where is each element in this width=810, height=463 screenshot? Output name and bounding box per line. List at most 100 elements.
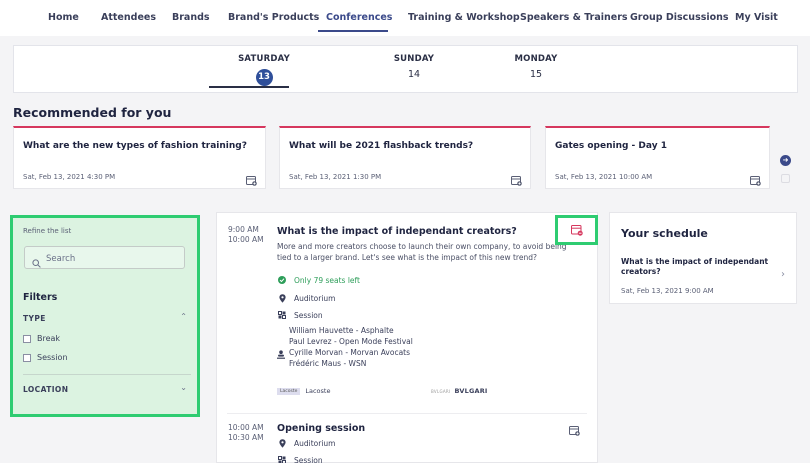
session-time: 10:00 AM 10:30 AM xyxy=(228,423,264,443)
schedule-item-title[interactable]: What is the impact of independant creato… xyxy=(621,257,771,277)
schedule-item-date: Sat, Feb 13, 2021 9:00 AM xyxy=(621,287,714,295)
filter-option-break[interactable]: Break xyxy=(23,334,60,343)
session-type-icon xyxy=(277,456,287,463)
add-to-calendar-icon[interactable] xyxy=(569,421,580,440)
day-name: SUNDAY xyxy=(393,54,435,64)
type-row: Session xyxy=(277,311,323,320)
brand-logo: Lacoste xyxy=(277,387,301,395)
recommended-card-date: Sat, Feb 13, 2021 1:30 PM xyxy=(289,173,382,181)
day-number: 13 xyxy=(255,69,273,86)
session-title[interactable]: Opening session xyxy=(277,423,365,434)
filters-heading: Filters xyxy=(23,292,58,303)
recommended-card-title: What will be 2021 flashback trends? xyxy=(289,141,474,151)
day-tab-sunday[interactable]: SUNDAY 14 xyxy=(354,54,474,80)
day-number: 15 xyxy=(529,69,543,80)
session-type-text: Session xyxy=(294,311,323,320)
calendar-remove-icon xyxy=(571,225,583,236)
brand-name: BVLGARI xyxy=(454,387,488,395)
brand-lacoste[interactable]: Lacoste Lacoste xyxy=(277,387,330,395)
day-number: 14 xyxy=(407,69,421,80)
brand-logo: BVLGARI xyxy=(431,388,451,394)
speakers-icon xyxy=(277,344,285,363)
recommended-card-date: Sat, Feb 13, 2021 4:30 PM xyxy=(23,173,116,181)
active-nav-underline xyxy=(318,30,388,32)
selected-day-underline xyxy=(209,86,289,88)
filter-option-session[interactable]: Session xyxy=(23,353,68,362)
add-to-calendar-icon[interactable] xyxy=(750,171,761,190)
chevron-right-icon[interactable]: › xyxy=(781,269,785,280)
your-schedule-panel: Your schedule What is the impact of inde… xyxy=(609,212,797,304)
recommended-card-date: Sat, Feb 13, 2021 10:00 AM xyxy=(555,173,653,181)
chevron-down-icon[interactable]: ⌄ xyxy=(180,383,187,392)
day-name: MONDAY xyxy=(514,54,558,64)
add-to-calendar-icon[interactable] xyxy=(511,171,522,190)
session-title[interactable]: What is the impact of independant creato… xyxy=(277,226,517,237)
nav-item-home[interactable]: Home xyxy=(48,12,79,23)
location-pin-icon xyxy=(277,439,287,448)
recommended-card-title: Gates opening - Day 1 xyxy=(555,141,667,151)
recommended-heading: Recommended for you xyxy=(13,105,172,120)
recommended-card[interactable]: What will be 2021 flashback trends? Sat,… xyxy=(279,126,531,189)
brand-bvlgari[interactable]: BVLGARI BVLGARI xyxy=(431,387,488,395)
location-pin-icon xyxy=(277,294,287,303)
session-end-time: 10:30 AM xyxy=(228,433,264,442)
nav-item-conferences[interactable]: Conferences xyxy=(326,12,392,23)
brand-name: Lacoste xyxy=(305,387,331,395)
session-type-text: Session xyxy=(294,456,323,463)
session-start-time: 9:00 AM xyxy=(228,225,259,234)
divider xyxy=(23,374,191,375)
chevron-up-icon[interactable]: ⌃ xyxy=(180,312,187,321)
session-description: More and more creators choose to launch … xyxy=(277,242,567,262)
speakers-list: William Hauvette - Asphalte Paul Levrez … xyxy=(289,325,413,369)
recommended-card[interactable]: Gates opening - Day 1 Sat, Feb 13, 2021 … xyxy=(545,126,770,189)
search-icon xyxy=(32,253,41,272)
speaker-name[interactable]: Paul Levrez - Open Mode Festival xyxy=(289,336,413,347)
nav-item-brands[interactable]: Brands xyxy=(172,12,210,23)
recommended-card[interactable]: What are the new types of fashion traini… xyxy=(13,126,266,189)
remove-from-calendar-button[interactable] xyxy=(555,215,598,245)
speaker-name[interactable]: William Hauvette - Asphalte xyxy=(289,325,413,336)
location-row: Auditorium xyxy=(277,294,335,303)
nav-item-training-workshop[interactable]: Training & Workshop xyxy=(408,12,520,23)
refine-label: Refine the list xyxy=(23,227,72,235)
carousel-indicator xyxy=(781,174,790,183)
speaker-name[interactable]: Cyrille Morvan - Morvan Avocats xyxy=(289,347,413,358)
top-navigation: Home Attendees Brands Brand's Products C… xyxy=(0,0,810,36)
search-placeholder: Search xyxy=(46,254,76,264)
schedule-title: Your schedule xyxy=(621,227,708,240)
filters-panel: Refine the list Search Filters TYPE ⌃ Br… xyxy=(10,215,200,417)
speaker-name[interactable]: Frédéric Maus - WSN xyxy=(289,358,413,369)
checkbox[interactable] xyxy=(23,334,31,343)
search-input[interactable]: Search xyxy=(24,246,185,269)
day-selector: SATURDAY 13 SUNDAY 14 MONDAY 15 xyxy=(13,45,798,93)
day-tab-monday[interactable]: MONDAY 15 xyxy=(476,54,596,80)
recommended-card-title: What are the new types of fashion traini… xyxy=(23,141,247,151)
seats-left-row: Only 79 seats left xyxy=(277,276,360,285)
session-list: 9:00 AM 10:00 AM What is the impact of i… xyxy=(216,212,598,463)
nav-item-group-discussions[interactable]: Group Discussions xyxy=(630,12,729,23)
session-divider xyxy=(227,413,587,414)
location-row: Auditorium xyxy=(277,439,335,448)
checkbox-label: Session xyxy=(37,353,68,362)
session-end-time: 10:00 AM xyxy=(228,235,264,244)
type-row: Session xyxy=(277,456,323,463)
session-time: 9:00 AM 10:00 AM xyxy=(228,225,264,245)
nav-item-brands-products[interactable]: Brand's Products xyxy=(228,12,319,23)
session-type-icon xyxy=(277,311,287,319)
nav-item-attendees[interactable]: Attendees xyxy=(101,12,156,23)
nav-item-speakers-trainers[interactable]: Speakers & Trainers xyxy=(520,12,628,23)
seats-left-text: Only 79 seats left xyxy=(294,276,360,285)
location-filter-label[interactable]: LOCATION xyxy=(23,385,68,394)
location-text: Auditorium xyxy=(294,294,336,303)
day-name: SATURDAY xyxy=(238,54,290,64)
carousel-next-arrow-icon[interactable]: ➜ xyxy=(780,155,791,166)
add-to-calendar-icon[interactable] xyxy=(246,171,257,190)
day-tab-saturday[interactable]: SATURDAY 13 xyxy=(204,54,324,86)
checkbox[interactable] xyxy=(23,353,31,362)
nav-item-my-visit[interactable]: My Visit xyxy=(735,12,778,23)
location-text: Auditorium xyxy=(294,439,336,448)
check-circle-icon xyxy=(277,276,287,284)
checkbox-label: Break xyxy=(37,334,61,343)
session-start-time: 10:00 AM xyxy=(228,423,264,432)
type-filter-label[interactable]: TYPE xyxy=(23,314,46,323)
